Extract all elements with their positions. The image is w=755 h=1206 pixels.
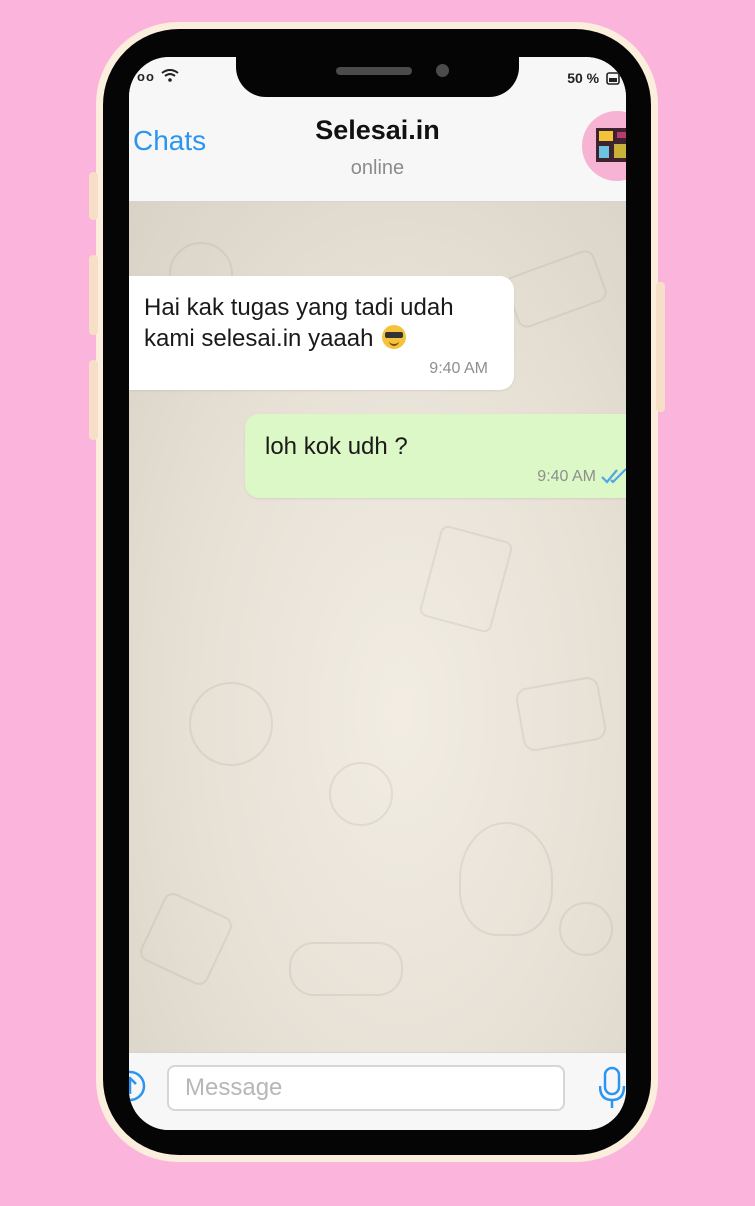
front-camera xyxy=(436,64,449,77)
message-timestamp: 9:40 AM xyxy=(429,360,488,377)
battery-percent: 50 % xyxy=(567,70,600,86)
sunglasses-emoji-icon xyxy=(382,325,407,349)
chat-title: Selesai.in xyxy=(315,115,440,145)
battery-icon xyxy=(606,72,620,85)
chat-header: Chats Selesai.in online xyxy=(129,99,626,202)
incoming-message-bubble[interactable]: Hai kak tugas yang tadi udah kami selesa… xyxy=(129,276,514,390)
message-input[interactable] xyxy=(167,1065,565,1111)
double-check-icon xyxy=(601,468,626,484)
outgoing-message-bubble[interactable]: loh kok udh ? 9:40 AM xyxy=(245,414,626,498)
avatar-logo xyxy=(596,128,626,162)
message-timestamp: 9:40 AM xyxy=(537,468,596,485)
speaker-grille xyxy=(336,67,412,75)
message-text: Hai kak tugas yang tadi udah kami selesa… xyxy=(144,292,494,354)
emoji-sticker-icon[interactable] xyxy=(129,1069,147,1103)
signal-text: oo xyxy=(137,69,155,84)
chat-background: Hai kak tugas yang tadi udah kami selesa… xyxy=(129,202,626,1052)
message-input-bar xyxy=(129,1052,626,1130)
message-body: Hai kak tugas yang tadi udah kami selesa… xyxy=(144,294,454,352)
side-button xyxy=(89,172,98,220)
signal-indicator: oo xyxy=(137,69,179,84)
battery-indicator: 50 % xyxy=(567,70,620,86)
microphone-icon[interactable] xyxy=(599,1066,626,1110)
side-button xyxy=(656,282,665,412)
side-button xyxy=(89,360,98,440)
phone-screen: oo 50 % Chats Selesai.in online Hai kak … xyxy=(129,57,626,1130)
phone-notch xyxy=(236,57,519,97)
online-status: online xyxy=(350,157,405,179)
message-text: loh kok udh ? xyxy=(265,433,408,460)
side-button xyxy=(89,255,98,335)
wifi-icon xyxy=(160,69,179,82)
